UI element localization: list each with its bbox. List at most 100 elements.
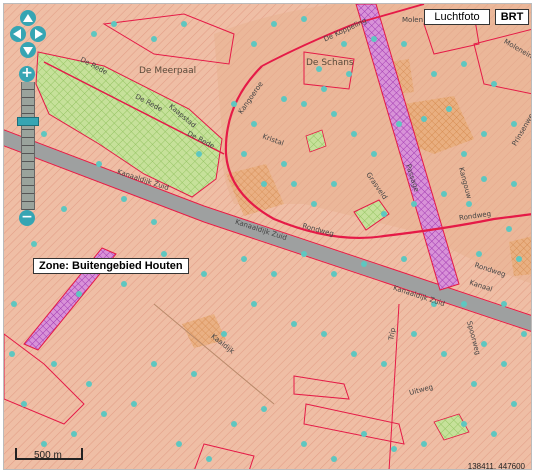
point-marker[interactable] [396, 121, 402, 127]
point-marker[interactable] [201, 271, 207, 277]
point-marker[interactable] [461, 151, 467, 157]
point-marker[interactable] [151, 219, 157, 225]
point-marker[interactable] [301, 16, 307, 22]
point-marker[interactable] [481, 341, 487, 347]
point-marker[interactable] [411, 201, 417, 207]
point-marker[interactable] [176, 441, 182, 447]
point-marker[interactable] [221, 331, 227, 337]
point-marker[interactable] [121, 196, 127, 202]
pan-left-icon[interactable] [10, 26, 26, 42]
point-marker[interactable] [241, 256, 247, 262]
point-marker[interactable] [381, 211, 387, 217]
point-marker[interactable] [11, 301, 17, 307]
point-marker[interactable] [441, 191, 447, 197]
zoom-in-button[interactable]: + [19, 66, 35, 82]
point-marker[interactable] [506, 226, 512, 232]
point-marker[interactable] [281, 96, 287, 102]
point-marker[interactable] [86, 381, 92, 387]
point-marker[interactable] [351, 131, 357, 137]
point-marker[interactable] [491, 431, 497, 437]
point-marker[interactable] [461, 421, 467, 427]
point-marker[interactable] [481, 176, 487, 182]
point-marker[interactable] [521, 331, 527, 337]
point-marker[interactable] [481, 131, 487, 137]
point-marker[interactable] [491, 81, 497, 87]
point-marker[interactable] [346, 71, 352, 77]
point-marker[interactable] [241, 151, 247, 157]
point-marker[interactable] [501, 301, 507, 307]
point-marker[interactable] [511, 401, 517, 407]
point-marker[interactable] [281, 161, 287, 167]
point-marker[interactable] [461, 301, 467, 307]
point-marker[interactable] [251, 301, 257, 307]
point-marker[interactable] [151, 361, 157, 367]
point-marker[interactable] [96, 161, 102, 167]
point-marker[interactable] [231, 101, 237, 107]
point-marker[interactable] [341, 41, 347, 47]
point-marker[interactable] [261, 181, 267, 187]
point-marker[interactable] [361, 431, 367, 437]
point-marker[interactable] [301, 251, 307, 257]
point-marker[interactable] [76, 291, 82, 297]
point-marker[interactable] [181, 21, 187, 27]
point-marker[interactable] [206, 456, 212, 462]
point-marker[interactable] [31, 241, 37, 247]
aerial-layer-button[interactable]: Luchtfoto [424, 9, 490, 25]
map-canvas[interactable] [4, 4, 532, 470]
point-marker[interactable] [21, 401, 27, 407]
point-marker[interactable] [251, 41, 257, 47]
map-viewport[interactable]: De Meerpaal De Schans De Rede De Rede De… [3, 3, 532, 470]
point-marker[interactable] [321, 86, 327, 92]
point-marker[interactable] [471, 381, 477, 387]
point-marker[interactable] [291, 321, 297, 327]
point-marker[interactable] [331, 181, 337, 187]
point-marker[interactable] [421, 441, 427, 447]
point-marker[interactable] [301, 101, 307, 107]
point-marker[interactable] [441, 351, 447, 357]
point-marker[interactable] [446, 106, 452, 112]
point-marker[interactable] [191, 371, 197, 377]
point-marker[interactable] [121, 281, 127, 287]
point-marker[interactable] [516, 256, 522, 262]
pan-up-icon[interactable] [20, 10, 36, 26]
point-marker[interactable] [51, 361, 57, 367]
point-marker[interactable] [111, 21, 117, 27]
point-marker[interactable] [161, 251, 167, 257]
point-marker[interactable] [511, 181, 517, 187]
point-marker[interactable] [411, 331, 417, 337]
brt-layer-button[interactable]: BRT [495, 9, 529, 25]
point-marker[interactable] [431, 71, 437, 77]
zoom-slider-track[interactable] [21, 82, 35, 210]
zoom-out-button[interactable]: − [19, 210, 35, 226]
point-marker[interactable] [331, 271, 337, 277]
point-marker[interactable] [511, 121, 517, 127]
point-marker[interactable] [401, 256, 407, 262]
point-marker[interactable] [101, 411, 107, 417]
point-marker[interactable] [321, 331, 327, 337]
point-marker[interactable] [291, 181, 297, 187]
point-marker[interactable] [151, 36, 157, 42]
zoom-slider-handle[interactable] [17, 117, 39, 126]
point-marker[interactable] [361, 261, 367, 267]
point-marker[interactable] [381, 361, 387, 367]
point-marker[interactable] [401, 41, 407, 47]
point-marker[interactable] [41, 441, 47, 447]
point-marker[interactable] [91, 31, 97, 37]
point-marker[interactable] [9, 351, 15, 357]
point-marker[interactable] [311, 201, 317, 207]
point-marker[interactable] [331, 456, 337, 462]
point-marker[interactable] [301, 441, 307, 447]
point-marker[interactable] [476, 251, 482, 257]
point-marker[interactable] [466, 201, 472, 207]
point-marker[interactable] [371, 36, 377, 42]
point-marker[interactable] [371, 151, 377, 157]
point-marker[interactable] [196, 151, 202, 157]
pan-right-icon[interactable] [30, 26, 46, 42]
point-marker[interactable] [71, 431, 77, 437]
point-marker[interactable] [61, 206, 67, 212]
point-marker[interactable] [421, 116, 427, 122]
point-marker[interactable] [231, 421, 237, 427]
point-marker[interactable] [271, 271, 277, 277]
point-marker[interactable] [501, 361, 507, 367]
pan-down-icon[interactable] [20, 42, 36, 58]
